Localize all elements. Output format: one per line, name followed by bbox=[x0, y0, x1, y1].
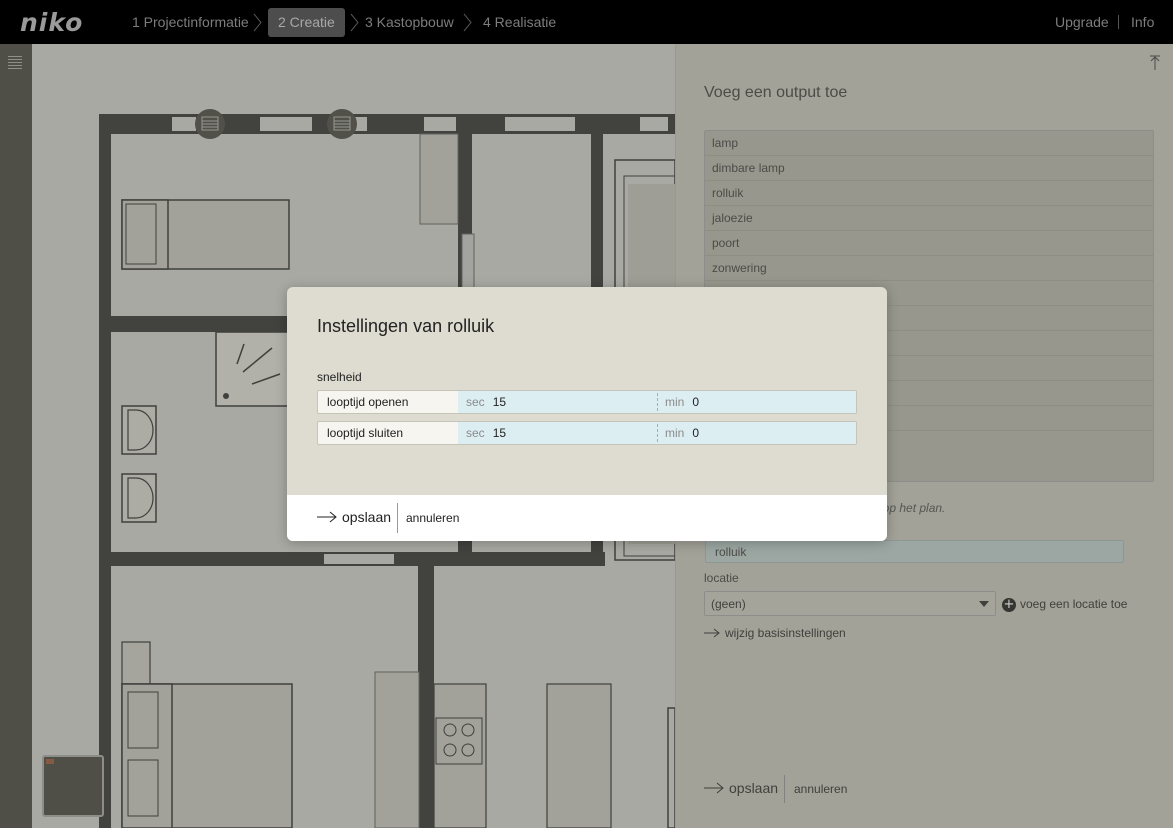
dialog-save-label: opslaan bbox=[342, 509, 392, 525]
runtime-open-row: looptijd openen sec 15 min 0 bbox=[317, 390, 857, 414]
top-bar: niko 1 Projectinformatie 2 Creatie 3 Kas… bbox=[0, 0, 1173, 44]
dialog-title: Instellingen van rolluik bbox=[317, 316, 495, 336]
step-creatie[interactable]: 2 Creatie bbox=[268, 8, 345, 37]
unit-label: sec bbox=[466, 426, 485, 440]
settings-dialog: Instellingen van rolluik snelheid loopti… bbox=[287, 287, 887, 541]
close-minutes-input[interactable]: min 0 bbox=[665, 422, 855, 444]
dialog-save-button[interactable]: opslaan bbox=[317, 509, 391, 526]
open-minutes-input[interactable]: min 0 bbox=[665, 391, 855, 413]
field-value: 15 bbox=[492, 395, 507, 409]
runtime-close-fields: sec 15 min 0 bbox=[458, 422, 856, 444]
divider bbox=[657, 393, 658, 411]
step-projectinformatie[interactable]: 1 Projectinformatie bbox=[122, 8, 259, 37]
dialog-footer: opslaan annuleren bbox=[287, 495, 887, 541]
divider bbox=[397, 503, 398, 533]
upgrade-link[interactable]: Upgrade bbox=[1055, 14, 1109, 30]
field-value: 15 bbox=[492, 426, 507, 440]
chevron-right-icon bbox=[462, 13, 472, 32]
chevron-right-icon bbox=[252, 13, 262, 32]
runtime-close-row: looptijd sluiten sec 15 min 0 bbox=[317, 421, 857, 445]
unit-label: sec bbox=[466, 395, 485, 409]
section-label: snelheid bbox=[317, 370, 362, 384]
unit-label: min bbox=[665, 395, 685, 409]
arrow-right-icon bbox=[317, 510, 338, 526]
divider bbox=[657, 424, 658, 442]
runtime-open-fields: sec 15 min 0 bbox=[458, 391, 856, 413]
runtime-open-label: looptijd openen bbox=[327, 395, 409, 409]
runtime-close-label: looptijd sluiten bbox=[327, 426, 404, 440]
divider bbox=[1118, 15, 1119, 29]
step-kastopbouw[interactable]: 3 Kastopbouw bbox=[355, 8, 464, 37]
close-seconds-input[interactable]: sec 15 bbox=[466, 422, 656, 444]
dialog-cancel-button[interactable]: annuleren bbox=[406, 511, 459, 525]
info-link[interactable]: Info bbox=[1131, 14, 1154, 30]
open-seconds-input[interactable]: sec 15 bbox=[466, 391, 656, 413]
field-value: 0 bbox=[692, 395, 700, 409]
step-realisatie[interactable]: 4 Realisatie bbox=[473, 8, 566, 37]
niko-logo[interactable]: niko bbox=[20, 8, 83, 37]
unit-label: min bbox=[665, 426, 685, 440]
field-value: 0 bbox=[692, 426, 700, 440]
